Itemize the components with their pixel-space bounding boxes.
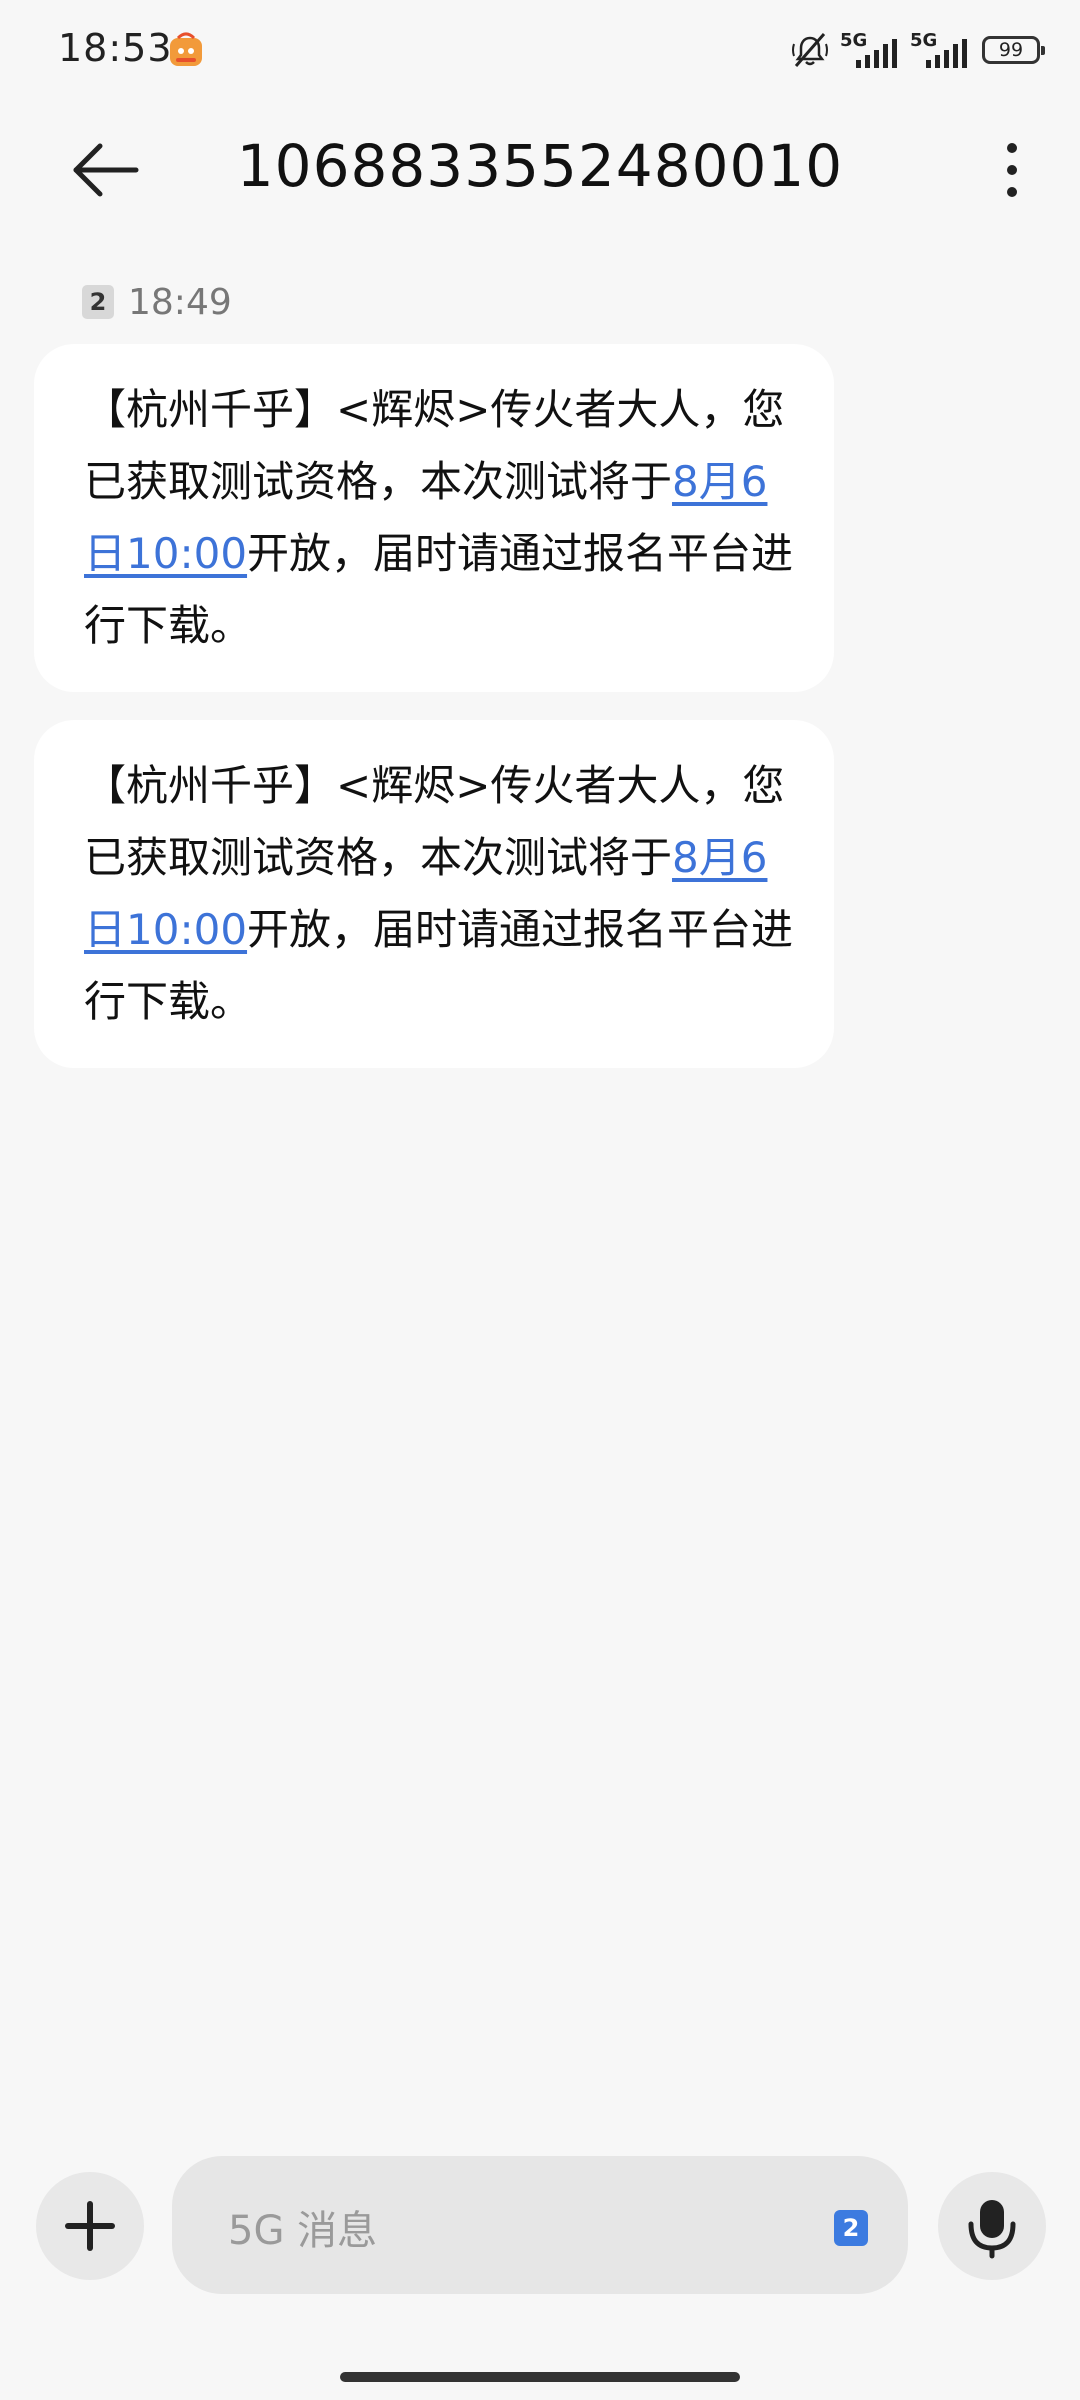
message-input[interactable]: 5G 消息 2 <box>172 2156 908 2294</box>
add-attachment-button[interactable] <box>36 2172 144 2280</box>
mute-icon <box>790 30 830 70</box>
home-indicator[interactable] <box>340 2372 740 2382</box>
conversation-header: 1068833552480010 <box>0 110 1080 230</box>
microphone-icon <box>938 2200 1046 2284</box>
message-timestamp: 18:49 <box>128 281 232 323</box>
status-icons: 5G 5G 99 <box>790 28 1045 72</box>
plus-icon <box>36 2201 144 2284</box>
shopping-app-icon <box>168 30 204 68</box>
more-button[interactable] <box>992 138 1032 202</box>
sim-badge: 2 <box>82 285 114 319</box>
signal-5g-icon: 5G <box>840 28 900 72</box>
status-time: 18:53 <box>58 26 173 70</box>
status-bar: 18:53 5G 5G 99 <box>0 0 1080 100</box>
message-meta: 2 18:49 <box>82 280 232 324</box>
message-bubble[interactable]: 【杭州千乎】<辉烬>传火者大人，您已获取测试资格，本次测试将于8月6日10:00… <box>34 344 834 692</box>
voice-input-button[interactable] <box>938 2172 1046 2280</box>
sim-select-button[interactable]: 2 <box>834 2210 868 2246</box>
message-bubble[interactable]: 【杭州千乎】<辉烬>传火者大人，您已获取测试资格，本次测试将于8月6日10:00… <box>34 720 834 1068</box>
battery-indicator: 99 <box>982 36 1045 64</box>
signal-5g-icon: 5G <box>910 28 970 72</box>
page-title: 1068833552480010 <box>236 132 844 200</box>
message-input-placeholder: 5G 消息 <box>228 2208 378 2254</box>
battery-level: 99 <box>998 39 1024 61</box>
more-vertical-icon <box>992 143 1032 206</box>
